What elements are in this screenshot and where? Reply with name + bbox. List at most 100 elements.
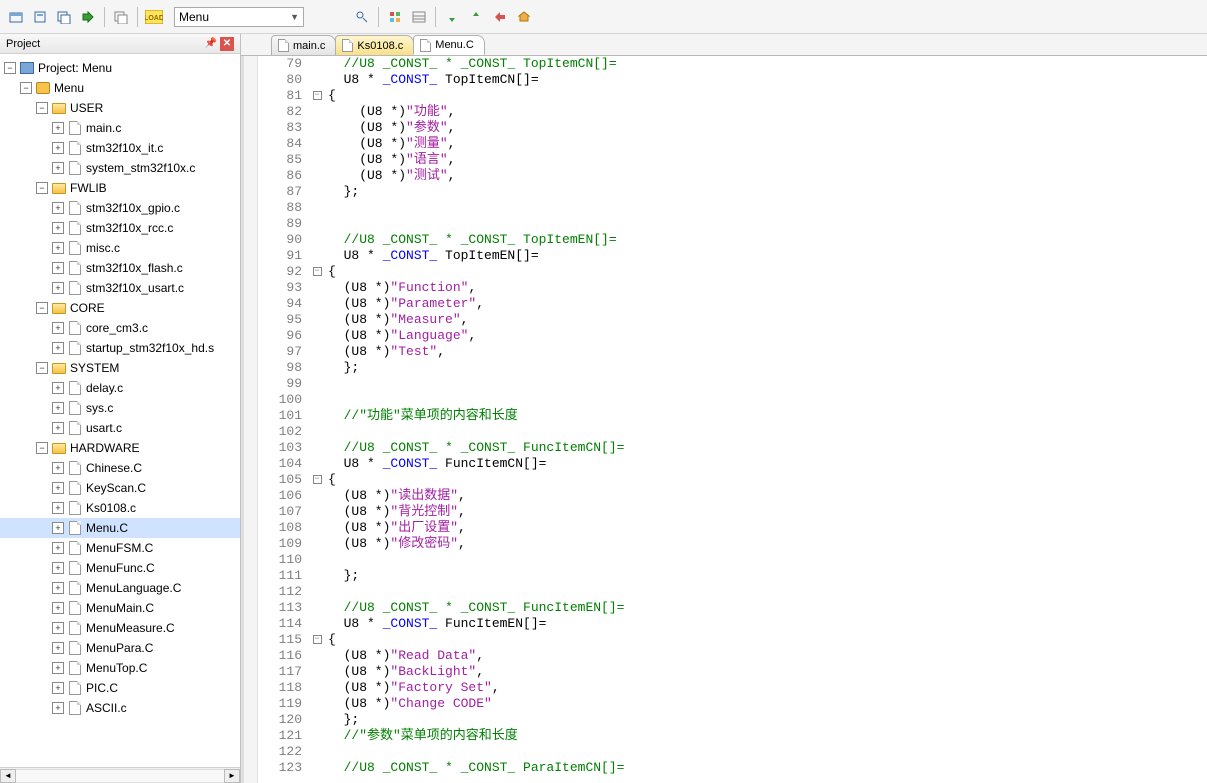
code-text: [324, 200, 328, 216]
tree-file[interactable]: +core_cm3.c: [0, 318, 240, 338]
tree-toggle[interactable]: +: [52, 562, 64, 574]
tb-upload-icon[interactable]: [466, 7, 486, 27]
tree-file[interactable]: +stm32f10x_rcc.c: [0, 218, 240, 238]
tree-toggle[interactable]: −: [36, 182, 48, 194]
tree-file[interactable]: +KeyScan.C: [0, 478, 240, 498]
tree-toggle[interactable]: +: [52, 322, 64, 334]
tree-toggle[interactable]: +: [52, 482, 64, 494]
tree-toggle[interactable]: +: [52, 682, 64, 694]
tree-toggle[interactable]: +: [52, 522, 64, 534]
code-editor[interactable]: 79 //U8 _CONST_ * _CONST_ TopItemCN[]=80…: [241, 56, 1207, 783]
editor-tab[interactable]: Menu.C: [413, 35, 485, 55]
tree-toggle[interactable]: +: [52, 582, 64, 594]
tree-group-system[interactable]: −SYSTEM: [0, 358, 240, 378]
tree-file[interactable]: +MenuMain.C: [0, 598, 240, 618]
tb-download-icon[interactable]: [442, 7, 462, 27]
tree-toggle[interactable]: +: [52, 222, 64, 234]
tb-icon-4[interactable]: [78, 7, 98, 27]
tree-toggle[interactable]: +: [52, 462, 64, 474]
tree-toggle[interactable]: +: [52, 642, 64, 654]
tree-toggle[interactable]: +: [52, 162, 64, 174]
tree-file[interactable]: +usart.c: [0, 418, 240, 438]
tree-toggle[interactable]: +: [52, 402, 64, 414]
tree-toggle[interactable]: +: [52, 662, 64, 674]
fold-gutter[interactable]: −: [310, 264, 324, 280]
tree-group-hardware[interactable]: −HARDWARE: [0, 438, 240, 458]
tree-file[interactable]: +PIC.C: [0, 678, 240, 698]
tree-file[interactable]: +MenuPara.C: [0, 638, 240, 658]
fold-gutter[interactable]: −: [310, 472, 324, 488]
tree-file[interactable]: +Chinese.C: [0, 458, 240, 478]
tree-toggle[interactable]: +: [52, 262, 64, 274]
tree-toggle[interactable]: +: [52, 382, 64, 394]
tree-file[interactable]: +MenuLanguage.C: [0, 578, 240, 598]
tree-toggle[interactable]: −: [36, 302, 48, 314]
tree-group-user[interactable]: −USER: [0, 98, 240, 118]
tree-group-core[interactable]: −CORE: [0, 298, 240, 318]
tree-file[interactable]: +MenuFSM.C: [0, 538, 240, 558]
tb-icon-1[interactable]: [6, 7, 26, 27]
tree-file[interactable]: +MenuMeasure.C: [0, 618, 240, 638]
tree-file[interactable]: +Menu.C: [0, 518, 240, 538]
tree-file[interactable]: +stm32f10x_gpio.c: [0, 198, 240, 218]
load-button[interactable]: LOAD: [144, 7, 164, 27]
tree-file[interactable]: +ASCII.c: [0, 698, 240, 718]
tree-toggle[interactable]: +: [52, 282, 64, 294]
fold-gutter[interactable]: −: [310, 88, 324, 104]
tb-icon-2[interactable]: [30, 7, 50, 27]
panel-h-scrollbar[interactable]: ◄ ►: [0, 767, 240, 783]
line-number: 94: [258, 296, 310, 312]
tree-file[interactable]: +stm32f10x_it.c: [0, 138, 240, 158]
tree-toggle[interactable]: +: [52, 422, 64, 434]
tb-icon-3[interactable]: [54, 7, 74, 27]
pin-icon[interactable]: 📌: [204, 37, 218, 51]
tree-toggle[interactable]: −: [4, 62, 16, 74]
tree-toggle[interactable]: +: [52, 622, 64, 634]
tree-file[interactable]: +MenuFunc.C: [0, 558, 240, 578]
tree-toggle[interactable]: +: [52, 702, 64, 714]
tb-home-icon[interactable]: [514, 7, 534, 27]
tree-toggle[interactable]: +: [52, 122, 64, 134]
project-tree[interactable]: −Project: Menu−Menu−USER+main.c+stm32f10…: [0, 54, 240, 767]
tree-file[interactable]: +misc.c: [0, 238, 240, 258]
tree-file[interactable]: +Ks0108.c: [0, 498, 240, 518]
tree-toggle[interactable]: −: [20, 82, 32, 94]
tree-file[interactable]: +MenuTop.C: [0, 658, 240, 678]
tree-file[interactable]: +startup_stm32f10x_hd.s: [0, 338, 240, 358]
tree-toggle[interactable]: +: [52, 242, 64, 254]
scroll-track[interactable]: [16, 769, 224, 783]
code-content[interactable]: 79 //U8 _CONST_ * _CONST_ TopItemCN[]=80…: [258, 56, 1207, 783]
tree-file[interactable]: +stm32f10x_flash.c: [0, 258, 240, 278]
tree-toggle[interactable]: +: [52, 502, 64, 514]
tree-group-fwlib[interactable]: −FWLIB: [0, 178, 240, 198]
editor-tab[interactable]: Ks0108.c: [335, 35, 414, 55]
tb-icon-5[interactable]: [111, 7, 131, 27]
code-text: U8 * _CONST_ FuncItemEN[]=: [324, 616, 546, 632]
tree-toggle[interactable]: +: [52, 202, 64, 214]
tree-toggle[interactable]: −: [36, 362, 48, 374]
tree-toggle[interactable]: −: [36, 442, 48, 454]
tb-icon-manage[interactable]: [409, 7, 429, 27]
target-combo[interactable]: Menu ▼: [174, 7, 304, 27]
tree-file[interactable]: +delay.c: [0, 378, 240, 398]
tb-icon-find[interactable]: [352, 7, 372, 27]
tree-file[interactable]: +main.c: [0, 118, 240, 138]
tree-toggle[interactable]: +: [52, 342, 64, 354]
tb-step-icon[interactable]: [490, 7, 510, 27]
close-icon[interactable]: ✕: [220, 37, 234, 51]
tree-project-root[interactable]: −Project: Menu: [0, 58, 240, 78]
tree-file[interactable]: +stm32f10x_usart.c: [0, 278, 240, 298]
tree-toggle[interactable]: +: [52, 542, 64, 554]
tb-icon-options[interactable]: [385, 7, 405, 27]
tree-toggle[interactable]: +: [52, 602, 64, 614]
editor-tab[interactable]: main.c: [271, 35, 336, 55]
code-text: //U8 _CONST_ * _CONST_ TopItemCN[]=: [324, 56, 617, 72]
tree-toggle[interactable]: +: [52, 142, 64, 154]
scroll-left-button[interactable]: ◄: [0, 769, 16, 783]
tree-toggle[interactable]: −: [36, 102, 48, 114]
tree-file[interactable]: +sys.c: [0, 398, 240, 418]
tree-target[interactable]: −Menu: [0, 78, 240, 98]
scroll-right-button[interactable]: ►: [224, 769, 240, 783]
tree-file[interactable]: +system_stm32f10x.c: [0, 158, 240, 178]
fold-gutter[interactable]: −: [310, 632, 324, 648]
